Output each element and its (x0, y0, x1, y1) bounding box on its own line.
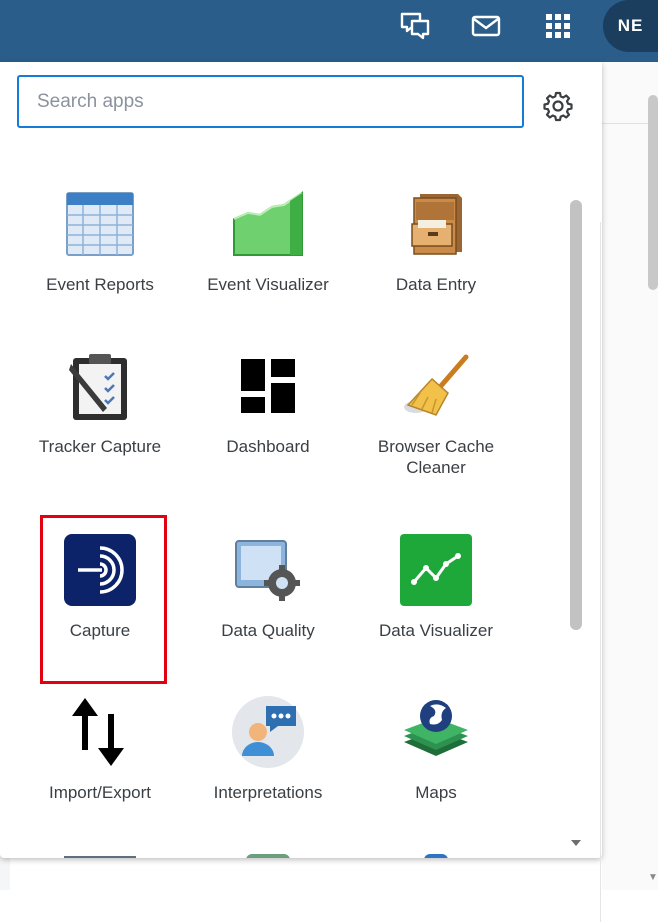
user-avatar[interactable]: NE (603, 0, 658, 52)
app-data-entry[interactable]: Data Entry (352, 168, 520, 328)
app-import-export[interactable]: Import/Export (16, 676, 184, 836)
app-data-visualizer[interactable]: Data Visualizer (352, 514, 520, 674)
menu-scrollbar-thumb[interactable] (570, 200, 582, 630)
interpretations-app-icon (230, 694, 306, 770)
line-chart-icon (398, 532, 474, 608)
page-scrollbar[interactable] (648, 95, 658, 290)
interpretations-icon[interactable] (399, 10, 431, 42)
spreadsheet-icon (62, 186, 138, 262)
app-label: Interpretations (213, 783, 323, 802)
apps-menu-panel: Event Reports Event Visualizer (0, 62, 602, 922)
app-label: Data Entry (395, 275, 477, 294)
clipboard-icon (62, 348, 138, 424)
app-maps[interactable]: Maps (352, 676, 520, 836)
dashboard-icon (230, 348, 306, 424)
app-browser-cache-cleaner[interactable]: Browser Cache Cleaner (352, 330, 520, 490)
app-label: Data Quality (221, 621, 315, 640)
app-label: Import/Export (48, 783, 152, 802)
top-header-bar: NE (0, 0, 658, 62)
app-data-quality[interactable]: Data Quality (184, 514, 352, 674)
partial-app-icon (424, 854, 448, 858)
search-box[interactable] (17, 75, 524, 128)
app-label: Browser Cache Cleaner (377, 437, 495, 477)
apps-icon[interactable] (542, 10, 574, 42)
app-tracker-capture[interactable]: Tracker Capture (16, 330, 184, 490)
app-label: Dashboard (226, 437, 310, 456)
app-event-visualizer[interactable]: Event Visualizer (184, 168, 352, 328)
scroll-down-icon[interactable] (568, 835, 584, 851)
app-label: Tracker Capture (38, 437, 162, 456)
area-chart-icon (230, 186, 306, 262)
partial-app-icon (64, 856, 136, 858)
app-label: Maps (415, 783, 457, 802)
gear-icon[interactable] (542, 90, 574, 122)
app-label: Data Visualizer (378, 621, 494, 640)
app-interpretations[interactable]: Interpretations (184, 676, 352, 836)
maps-icon (398, 694, 474, 770)
capture-highlight-box (40, 515, 167, 684)
page-scroll-down-icon[interactable]: ▼ (648, 872, 658, 883)
app-label: Event Reports (46, 275, 154, 294)
import-export-icon (62, 694, 138, 770)
broom-icon (398, 348, 474, 424)
app-dashboard[interactable]: Dashboard (184, 330, 352, 490)
data-quality-icon (230, 532, 306, 608)
app-label: Event Visualizer (207, 275, 329, 294)
partial-app-icon (246, 854, 290, 858)
messages-icon[interactable] (470, 10, 502, 42)
menu-scroll-track (600, 222, 601, 922)
file-cabinet-icon (398, 186, 474, 262)
app-event-reports[interactable]: Event Reports (16, 168, 184, 328)
apps-grid: Event Reports Event Visualizer Data Entr… (16, 168, 536, 858)
search-apps-input[interactable] (35, 89, 509, 114)
